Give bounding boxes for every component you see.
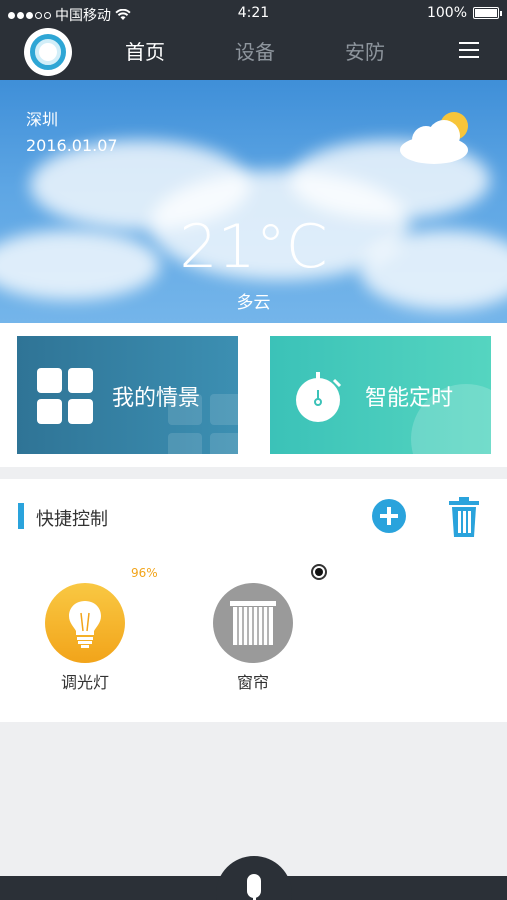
smart-timer-label: 智能定时 xyxy=(365,386,454,411)
menu-icon[interactable] xyxy=(459,42,481,59)
feature-cards: 我的情景 智能定时 xyxy=(0,323,507,467)
battery-info: 100% xyxy=(426,5,502,21)
device-name: 调光灯 xyxy=(60,673,109,692)
tab-security[interactable]: 安防 xyxy=(345,36,385,65)
top-bar: 中国移动 4:21 100% 首页 设备 安防 xyxy=(0,0,507,80)
app-logo[interactable] xyxy=(24,28,72,76)
device-curtain[interactable]: 窗帘 xyxy=(213,583,293,693)
weather-city: 深圳 xyxy=(26,110,59,129)
microphone-icon[interactable] xyxy=(216,856,292,900)
bulb-icon xyxy=(45,583,125,663)
tab-devices[interactable]: 设备 xyxy=(235,36,275,65)
weather-condition: 多云 xyxy=(236,293,271,313)
quick-control-panel: 快捷控制 96% 调光灯 窗帘 xyxy=(0,479,507,722)
my-scenes-label: 我的情景 xyxy=(112,386,201,411)
add-icon[interactable] xyxy=(372,499,406,533)
weather-panel: 深圳 2016.01.07 21°C 多云 xyxy=(0,80,507,323)
quick-control-title: 快捷控制 xyxy=(36,509,108,530)
weather-date: 2016.01.07 xyxy=(26,136,118,155)
curtain-icon xyxy=(213,583,293,663)
tab-home[interactable]: 首页 xyxy=(125,36,165,65)
device-name: 窗帘 xyxy=(236,673,269,692)
battery-icon xyxy=(473,7,502,19)
battery-percent: 100% xyxy=(426,5,467,21)
selected-indicator-icon[interactable] xyxy=(311,564,327,580)
stopwatch-icon xyxy=(296,372,342,422)
status-bar: 中国移动 4:21 100% xyxy=(0,0,507,26)
partly-cloudy-icon xyxy=(400,112,468,164)
my-scenes-card[interactable]: 我的情景 xyxy=(17,336,238,454)
dimmer-level: 96% xyxy=(131,566,158,580)
smart-timer-card[interactable]: 智能定时 xyxy=(270,336,491,454)
trash-icon[interactable] xyxy=(446,497,482,537)
section-accent-bar xyxy=(18,503,24,529)
weather-temperature: 21°C xyxy=(179,212,328,282)
device-dimmer-light[interactable]: 调光灯 xyxy=(45,583,125,693)
grid-icon xyxy=(37,368,93,424)
nav-tabs: 首页 设备 安防 xyxy=(90,36,420,65)
